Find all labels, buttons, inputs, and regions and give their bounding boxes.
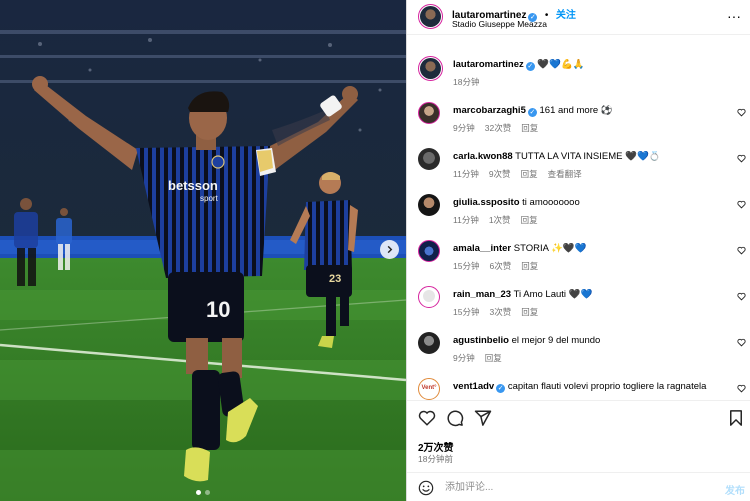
- shirt-number: 10: [206, 297, 230, 322]
- comment-content: Ti Amo Lauti 🖤💙: [513, 289, 593, 300]
- heart-icon[interactable]: [737, 384, 746, 393]
- comment-content: ti amooooooo: [522, 197, 580, 208]
- bookmark-icon[interactable]: [727, 409, 745, 427]
- post-actions: 2万次赞 18分钟前: [407, 400, 750, 472]
- reply-button[interactable]: 回复: [521, 122, 538, 134]
- comment-like-count[interactable]: 1次赞: [489, 214, 511, 226]
- comment-username[interactable]: rain_man_23: [453, 289, 511, 300]
- comment-input[interactable]: [445, 479, 705, 496]
- verified-icon: ✓: [527, 108, 537, 117]
- reply-button[interactable]: 回复: [485, 352, 502, 364]
- heart-icon[interactable]: [737, 246, 746, 255]
- comment-time: 11分钟: [453, 169, 479, 179]
- reply-button[interactable]: 回复: [521, 306, 538, 318]
- commenter-avatar[interactable]: [418, 240, 440, 262]
- comment-list: lautaromartinez ✓ 🖤💙💪🙏 18分钟 marcobarzaghi…: [407, 44, 750, 400]
- commenter-avatar[interactable]: [418, 194, 440, 216]
- comment-like-count[interactable]: 32次赞: [485, 122, 511, 134]
- comment-meta: 11分钟 9次赞 回复 查看翻译: [453, 168, 582, 180]
- see-translation-button[interactable]: 查看翻译: [548, 168, 582, 180]
- next-photo-button[interactable]: [380, 240, 399, 259]
- comment-username[interactable]: amala__inter: [453, 243, 511, 254]
- emoji-icon[interactable]: [418, 480, 434, 496]
- comment-text: vent1adv ✓ capitan flauti volevi proprio …: [453, 381, 733, 393]
- comment-like-count[interactable]: 9次赞: [489, 168, 511, 180]
- comment-time: 9分钟: [453, 123, 475, 133]
- commenter-avatar[interactable]: Vent°: [418, 378, 440, 400]
- comment-text: agustinbelio el mejor 9 del mundo: [453, 335, 733, 347]
- comment-text: marcobarzaghi5 ✓ 161 and more ⚽: [453, 105, 733, 117]
- commenter-avatar[interactable]: [418, 148, 440, 170]
- comment-text: carla.kwon88 TUTTA LA VITA INSIEME 🖤💙💍: [453, 151, 733, 163]
- chevron-right-icon: [387, 245, 393, 254]
- comment-username[interactable]: giulia.ssposito: [453, 197, 520, 208]
- post-header: lautaromartinez ✓ • 关注 Stadio Giuseppe Me…: [407, 0, 750, 35]
- share-icon[interactable]: [474, 409, 492, 427]
- comment-time: 15分钟: [453, 261, 480, 271]
- comment-composer: 发布: [407, 472, 750, 501]
- more-icon[interactable]: ···: [727, 8, 741, 24]
- carousel-dot: [205, 490, 210, 495]
- carousel-dot: [196, 490, 201, 495]
- like-count[interactable]: 2万次赞: [418, 439, 454, 454]
- post-timestamp: 18分钟前: [418, 454, 453, 464]
- teammate-number: 23: [329, 273, 341, 285]
- comment-text: amala__inter STORIA ✨🖤💙: [453, 243, 733, 255]
- comment-content: TUTTA LA VITA INSIEME 🖤💙💍: [515, 151, 661, 162]
- heart-icon[interactable]: [737, 108, 746, 117]
- carousel-indicator: [0, 490, 406, 495]
- heart-icon[interactable]: [737, 338, 746, 347]
- comment-text: rain_man_23 Ti Amo Lauti 🖤💙: [453, 289, 733, 301]
- comment-content: el mejor 9 del mundo: [511, 335, 601, 346]
- verified-icon: ✓: [496, 384, 506, 393]
- author-avatar[interactable]: [418, 4, 443, 29]
- caption-emojis: 🖤💙💪🙏: [537, 59, 585, 70]
- post-side-panel: lautaromartinez ✓ • 关注 Stadio Giuseppe Me…: [406, 0, 750, 501]
- comment-username[interactable]: carla.kwon88: [453, 151, 513, 162]
- comment-meta: 15分钟 3次赞 回复: [453, 306, 538, 318]
- comment-meta: 11分钟 1次赞 回复: [453, 214, 538, 226]
- reply-button[interactable]: 回复: [521, 168, 538, 180]
- caption-meta: 18分钟: [453, 76, 479, 88]
- post-comment-button[interactable]: 发布: [725, 482, 745, 497]
- comment-like-count[interactable]: 6次赞: [489, 260, 511, 272]
- reply-button[interactable]: 回复: [521, 260, 538, 272]
- comment-username[interactable]: marcobarzaghi5: [453, 105, 526, 116]
- follow-button[interactable]: 关注: [556, 10, 576, 21]
- commenter-avatar[interactable]: [418, 286, 440, 308]
- comment-time: 9分钟: [453, 353, 475, 363]
- comment-content: STORIA ✨🖤💙: [513, 243, 587, 254]
- heart-icon[interactable]: [737, 292, 746, 301]
- comment-username[interactable]: vent1adv: [453, 381, 494, 392]
- comment-time: 11分钟: [453, 215, 479, 225]
- caption-time: 18分钟: [453, 77, 480, 87]
- comment-meta: 15分钟 6次赞 回复: [453, 260, 538, 272]
- post-photo: 23 betsson sport 10: [0, 0, 406, 501]
- comment-icon[interactable]: [446, 409, 464, 427]
- avatar-logo-text: Vent°: [421, 385, 437, 391]
- commenter-avatar[interactable]: [418, 332, 440, 354]
- celebration-photo: 23 betsson sport 10: [0, 0, 406, 501]
- comment-text: giulia.ssposito ti amooooooo: [453, 197, 733, 209]
- comment-time: 15分钟: [453, 307, 480, 317]
- caption-text: lautaromartinez ✓ 🖤💙💪🙏: [453, 59, 733, 71]
- reply-button[interactable]: 回复: [521, 214, 538, 226]
- caption-username[interactable]: lautaromartinez: [453, 59, 524, 70]
- shirt-sponsor-sub: sport: [200, 194, 219, 203]
- commenter-avatar[interactable]: [418, 102, 440, 124]
- comment-like-count[interactable]: 3次赞: [489, 306, 511, 318]
- comment-content: 161 and more ⚽: [539, 105, 613, 116]
- verified-icon: ✓: [525, 62, 535, 71]
- comment-content: capitan flauti volevi proprio togliere l…: [507, 381, 707, 392]
- post-location[interactable]: Stadio Giuseppe Meazza: [452, 19, 547, 29]
- comment-username[interactable]: agustinbelio: [453, 335, 509, 346]
- author-avatar[interactable]: [418, 56, 443, 81]
- comment-meta: 9分钟 32次赞 回复: [453, 122, 538, 134]
- shirt-sponsor: betsson: [168, 178, 218, 193]
- comment-meta: 9分钟 回复: [453, 352, 502, 364]
- heart-icon[interactable]: [737, 200, 746, 209]
- heart-icon[interactable]: [737, 154, 746, 163]
- heart-icon[interactable]: [418, 409, 436, 427]
